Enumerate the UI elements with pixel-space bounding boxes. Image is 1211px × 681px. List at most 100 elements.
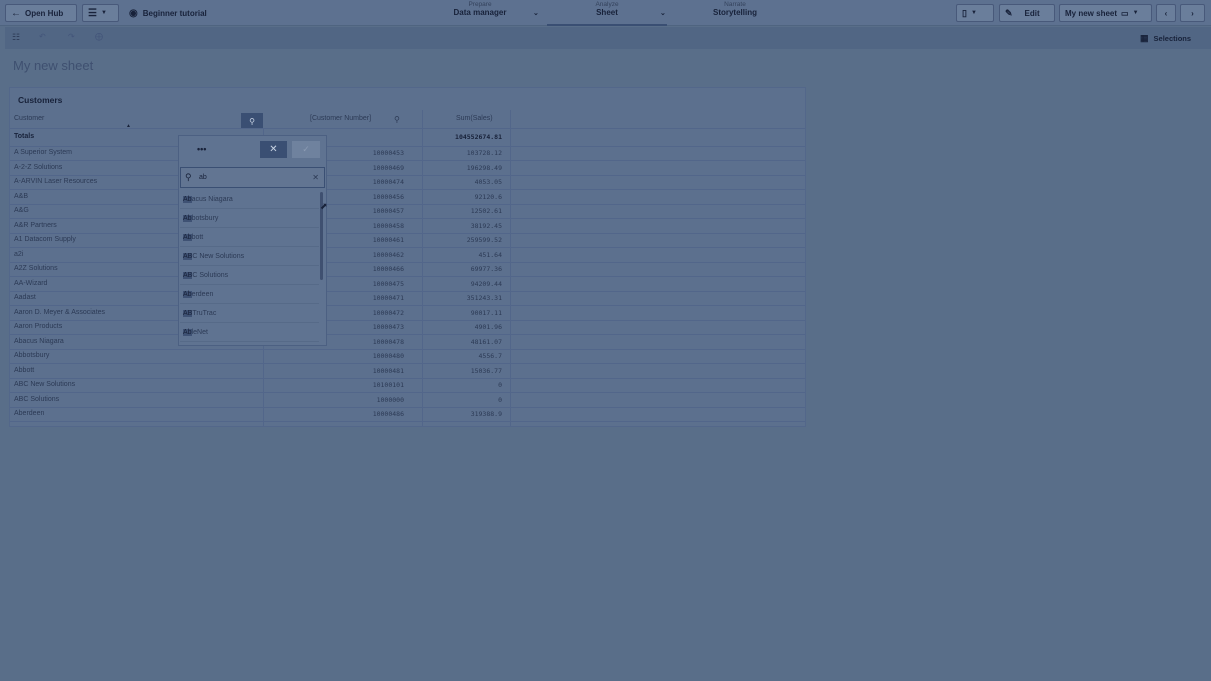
cell-sales: 0 xyxy=(498,395,502,404)
cell-sales: 15036.77 xyxy=(470,366,502,375)
cell-customer[interactable]: a2i xyxy=(14,251,23,258)
previous-sheet-button[interactable]: ‹ xyxy=(1156,4,1176,22)
table-row[interactable]: A Superior System 10000453 103728.12 xyxy=(10,146,805,161)
cell-sales: 4556.7 xyxy=(478,352,502,360)
sheet-selector[interactable]: My new sheet ▭ ▼ xyxy=(1059,4,1152,22)
cell-customer[interactable]: Aberdeen xyxy=(14,410,44,417)
cell-customer[interactable]: A2Z Solutions xyxy=(14,265,58,272)
list-item[interactable]: Ab acus Niagara xyxy=(180,190,319,209)
tab-narrate[interactable]: Narrate Storytelling xyxy=(700,1,770,17)
cell-sales: 94209.44 xyxy=(470,279,502,288)
cell-customer[interactable]: ABC New Solutions xyxy=(14,381,75,388)
app-name: Beginner tutorial xyxy=(142,8,207,18)
analyze-chevron-icon[interactable]: ⌄ xyxy=(660,4,666,22)
cell-customer[interactable]: A-ARVIN Laser Resources xyxy=(14,178,97,185)
table-row[interactable]: Aaron D. Meyer & Associates 10000472 90017… xyxy=(10,306,805,321)
tab-prepare[interactable]: Prepare Data manager xyxy=(444,1,516,17)
prepare-chevron-icon[interactable]: ⌄ xyxy=(533,4,539,22)
cell-customer[interactable]: A-2-Z Solutions xyxy=(14,164,62,171)
table-row[interactable]: A-ARVIN Laser Resources 10000474 4053.05 xyxy=(10,175,805,190)
table-row[interactable]: AA-Wizard 10000475 94209.44 xyxy=(10,277,805,292)
cell-sales: 0 xyxy=(498,381,502,389)
item-rest: acus Niagara xyxy=(191,195,233,203)
match-highlight: Ab xyxy=(183,214,192,222)
header-number-search-icon[interactable]: ⚲ xyxy=(394,115,400,124)
list-item[interactable]: Ab leNet xyxy=(180,323,319,342)
clear-search-icon[interactable]: ✕ xyxy=(312,173,319,182)
cell-sales: 259599.52 xyxy=(466,236,502,244)
match-highlight: AB xyxy=(183,252,193,260)
cell-sales: 69977.36 xyxy=(470,265,502,273)
cell-customer[interactable]: ABC Solutions xyxy=(14,396,59,403)
item-rest: TruTrac xyxy=(192,309,217,317)
sheet-title: My new sheet xyxy=(13,58,94,73)
cancel-selection-button[interactable]: ✕ xyxy=(260,141,287,158)
globe-icon: ◉ xyxy=(129,7,138,19)
app-title[interactable]: ◉ Beginner tutorial xyxy=(129,4,207,22)
cell-customer[interactable]: Aaron D. Meyer & Associates xyxy=(14,309,105,316)
list-item[interactable]: AB TruTrac xyxy=(180,304,319,323)
narrate-label: Storytelling xyxy=(712,8,757,17)
cell-customer[interactable]: A&G xyxy=(14,207,29,214)
prepare-label: Data manager xyxy=(453,8,507,17)
table-row[interactable]: A2Z Solutions 10000466 69977.36 xyxy=(10,262,805,277)
column-search-button[interactable]: ⚲ xyxy=(241,113,263,129)
confirm-selection-button[interactable]: ✓ xyxy=(292,141,320,158)
list-item[interactable]: Ab erdeen xyxy=(180,285,319,304)
table-row[interactable]: Aberdeen 10000486 319388.9 xyxy=(10,407,805,422)
table-row[interactable]: Abbotsbury 10000480 4556.7 xyxy=(10,349,805,364)
list-item[interactable]: AB C Solutions xyxy=(180,266,319,285)
step-forward-icon[interactable]: ↷ xyxy=(68,32,75,41)
edit-label: Edit xyxy=(1024,8,1040,18)
edit-button[interactable]: ✎ Edit xyxy=(999,4,1055,22)
open-hub-button[interactable]: ← Open Hub xyxy=(5,4,77,22)
step-back-icon[interactable]: ↶ xyxy=(39,32,46,41)
cell-customer[interactable]: A Superior System xyxy=(14,149,72,156)
table-row[interactable]: ABC Solutions 1000000 0 xyxy=(10,393,805,408)
cell-customer[interactable]: A&B xyxy=(14,193,28,200)
table-row[interactable]: a2i 10000462 451.64 xyxy=(10,248,805,263)
header-sum-sales[interactable]: Sum(Sales) xyxy=(456,115,493,122)
search-icon: ⚲ xyxy=(185,172,192,182)
cell-customer-number: 10000486 xyxy=(372,410,404,418)
header-customer-number[interactable]: [Customer Number] xyxy=(310,115,371,122)
bookmark-button[interactable]: ▯ ▼ xyxy=(956,4,994,22)
more-options-button[interactable]: ••• xyxy=(197,144,206,154)
table-row[interactable]: A-2-Z Solutions 10000469 196298.49 xyxy=(10,161,805,176)
cell-customer[interactable]: Aadast xyxy=(14,294,36,301)
list-item[interactable]: Ab bott xyxy=(180,228,319,247)
list-item[interactable]: Ab botsbury xyxy=(180,209,319,228)
table-row[interactable]: ABC New Solutions 10100101 0 xyxy=(10,378,805,393)
list-item[interactable]: AB C New Solutions xyxy=(180,247,319,266)
menu-button[interactable]: ☰ ▼ xyxy=(82,4,119,22)
table-row[interactable]: A&G 10000457 12502.61 xyxy=(10,204,805,219)
hamburger-icon: ☰ xyxy=(88,7,97,19)
next-sheet-button[interactable]: › xyxy=(1180,4,1205,22)
table-row[interactable]: A1 Datacom Supply 10000461 259599.52 xyxy=(10,233,805,248)
cell-customer[interactable]: AA-Wizard xyxy=(14,280,47,287)
table-row[interactable]: Abbott 10000481 15036.77 xyxy=(10,364,805,379)
search-input[interactable]: ⚲ ab ✕ xyxy=(180,167,325,188)
cell-customer[interactable]: Aaron Products xyxy=(14,323,62,330)
analyze-label: Sheet xyxy=(596,8,618,17)
cell-customer-number: 10100101 xyxy=(372,381,404,389)
smart-search-icon[interactable]: ☷ xyxy=(12,32,20,43)
table-row[interactable]: Abacus Niagara 10000478 48161.07 xyxy=(10,335,805,350)
selections-tool[interactable]: ▦ Selections xyxy=(1130,27,1211,49)
cell-sales: 319388.9 xyxy=(470,410,502,418)
search-value: ab xyxy=(199,174,207,181)
header-customer[interactable]: Customer xyxy=(14,115,44,122)
tab-analyze[interactable]: Analyze Sheet xyxy=(547,1,667,26)
cell-customer[interactable]: Abbotsbury xyxy=(14,352,49,359)
clear-selections-icon[interactable]: ⨁ xyxy=(95,32,103,41)
table-row[interactable]: A&B 10000456 92120.6 xyxy=(10,190,805,205)
header-divider xyxy=(10,128,805,129)
cell-customer[interactable]: Abacus Niagara xyxy=(14,338,64,345)
cell-customer[interactable]: Abbott xyxy=(14,367,34,374)
table-row[interactable]: A&R Partners 10000458 38192.45 xyxy=(10,219,805,234)
table-row[interactable]: Aaron Products 10000473 4901.96 xyxy=(10,320,805,335)
cell-customer[interactable]: A&R Partners xyxy=(14,222,57,229)
table-row[interactable]: Aadast 10000471 351243.31 xyxy=(10,291,805,306)
cell-customer[interactable]: A1 Datacom Supply xyxy=(14,236,76,243)
totals-label: Totals xyxy=(14,133,35,140)
